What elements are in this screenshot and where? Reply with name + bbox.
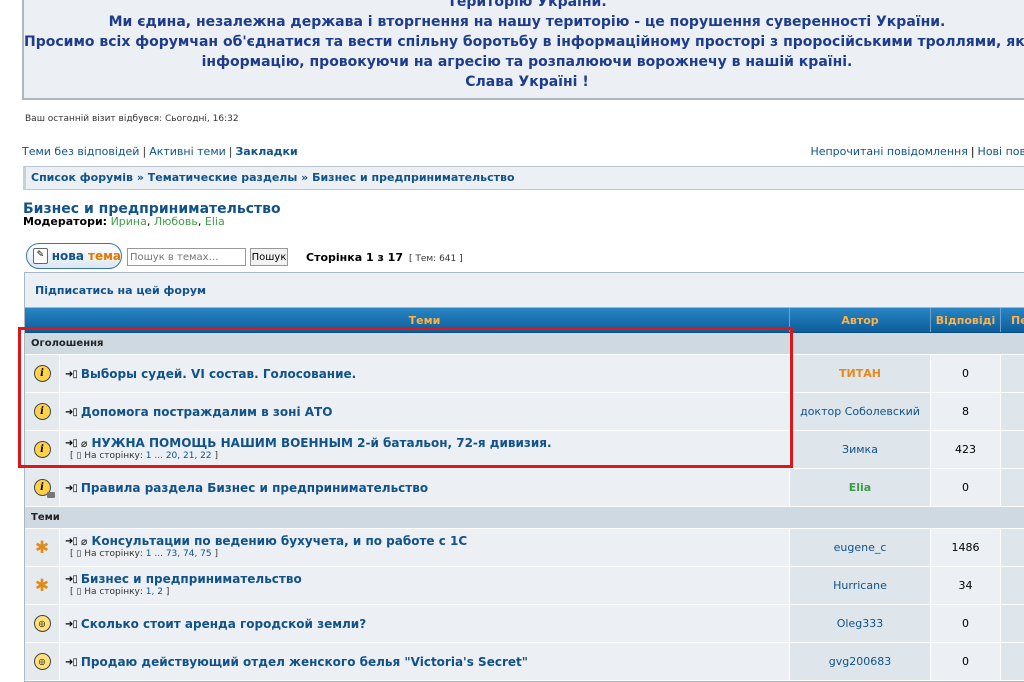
topic-replies: 0: [931, 605, 1001, 642]
table-header: Теми Автор Відповіді Пе: [25, 308, 1024, 333]
topic-author[interactable]: Зимка: [790, 431, 931, 468]
breadcrumb-forum[interactable]: Бизнес и предпринимательство: [312, 171, 514, 184]
new-post-icon[interactable]: ➜▯: [65, 657, 78, 668]
header-extra[interactable]: Пе: [1001, 308, 1024, 332]
new-post-icon[interactable]: ➜▯: [65, 574, 78, 585]
table-row: ✱ ➜▯ Бизнес и предпринимательство [ ▯ На …: [25, 567, 1024, 605]
topic-link[interactable]: Правила раздела Бизнес и предприниматель…: [81, 481, 428, 495]
topic-replies: 8: [931, 393, 1001, 430]
topic-icon: ◎: [33, 653, 51, 670]
topic-replies: 423: [931, 431, 1001, 468]
announcement-icon: i: [33, 403, 51, 420]
topic-link[interactable]: Консультации по ведению бухучета, и по р…: [92, 534, 468, 548]
search-input[interactable]: [127, 248, 246, 266]
new-post-icon[interactable]: ➜▯: [65, 369, 78, 380]
section-topics: Теми: [25, 507, 1024, 529]
new-topic-button[interactable]: ✎ нова тема: [26, 243, 122, 269]
topic-replies: 34: [931, 567, 1001, 604]
topic-pages: [ ▯ На сторінку: 1, 2 ]: [70, 587, 170, 597]
bookmarks-link[interactable]: Закладки: [235, 145, 297, 158]
pagination: Сторінка 1 з 17[ Тем: 641 ]: [306, 251, 463, 264]
new-post-icon[interactable]: ➜▯: [65, 438, 78, 449]
table-row: ◎ ➜▯ Продаю действующий отдел женского бе…: [25, 643, 1024, 681]
moderators: Модератори: Ирина, Любовь, Elia: [23, 215, 225, 228]
table-row: i ➜▯ Правила раздела Бизнес и предпринима…: [25, 469, 1024, 507]
topic-author[interactable]: Elia: [790, 469, 931, 506]
no-replies-link[interactable]: Теми без відповідей: [22, 145, 139, 158]
topic-author[interactable]: ТИТАН: [790, 355, 931, 392]
announcement-line: Просимо всіх форумчан об'єднатися та вес…: [24, 34, 1024, 50]
unread-posts-link[interactable]: Непрочитані повідомлення: [810, 145, 967, 158]
topic-pages: [ ▯ На сторінку: 1 ... 73, 74, 75 ]: [70, 549, 219, 559]
new-post-icon[interactable]: ➜▯: [65, 619, 78, 630]
page-links[interactable]: 1 ... 73, 74, 75: [146, 549, 212, 559]
topic-link[interactable]: Бизнес и предпринимательство: [81, 572, 302, 586]
announcement-line: Територію України.: [447, 0, 607, 10]
hot-topic-icon: ✱: [34, 537, 50, 558]
table-row: ✱ ➜▯ ⌀ Консультации по ведению бухучета, и…: [25, 529, 1024, 567]
topic-icon: ◎: [33, 615, 51, 632]
announcement-line: інформацію, провокуючи на агресію та роз…: [201, 54, 853, 70]
announcement-line: Слава Україні !: [465, 74, 589, 90]
table-row: i ➜▯ Допомога постраждалим в зоні АТО док…: [25, 393, 1024, 431]
breadcrumb-forum-list[interactable]: Список форумів: [31, 171, 133, 184]
moderator-link[interactable]: Ирина: [111, 215, 147, 228]
new-topic-icon: ✎: [33, 248, 48, 264]
new-post-icon[interactable]: ➜▯: [65, 483, 78, 494]
announcement-line: Ми єдина, незалежна держава і вторгнення…: [108, 14, 946, 30]
announcement-box: Територію України. Ми єдина, незалежна д…: [22, 0, 1024, 100]
topic-author[interactable]: доктор Соболевский: [790, 393, 931, 430]
subscribe-bar: Підписатись на цей форум: [25, 273, 1024, 308]
topic-replies: 0: [931, 469, 1001, 506]
page-links[interactable]: 1, 2: [146, 587, 163, 597]
new-posts-link[interactable]: Нові пов: [978, 145, 1024, 158]
quick-links: Теми без відповідей | Активні теми | Закладк…: [22, 145, 298, 158]
locked-announcement-icon: i: [33, 479, 55, 498]
search-button[interactable]: Пошук: [250, 248, 288, 266]
page-links[interactable]: 1 ... 20, 21, 22: [146, 451, 212, 461]
attachment-icon: ⌀: [80, 436, 88, 450]
topic-link[interactable]: Сколько стоит аренда городской земли?: [81, 617, 366, 631]
new-post-icon[interactable]: ➜▯: [65, 536, 78, 547]
last-visit: Ваш останній візит відбувся: Сьогодні, 1…: [25, 114, 239, 124]
breadcrumb: Список форумів » Тематические разделы » …: [23, 166, 1024, 190]
topic-link[interactable]: Продаю действующий отдел женского белья …: [81, 655, 528, 669]
topic-replies: 0: [931, 643, 1001, 680]
active-topics-link[interactable]: Активні теми: [149, 145, 226, 158]
table-row: ◎ ➜▯ Сколько стоит аренда городской земли…: [25, 605, 1024, 643]
topic-link[interactable]: Выборы судей. VI состав. Голосование.: [81, 367, 356, 381]
moderator-link[interactable]: Любовь: [154, 215, 198, 228]
breadcrumb-category[interactable]: Тематические разделы: [148, 171, 298, 184]
new-post-icon[interactable]: ➜▯: [65, 407, 78, 418]
topic-replies: 1486: [931, 529, 1001, 566]
header-author[interactable]: Автор: [790, 308, 931, 332]
topic-author[interactable]: eugene_c: [790, 529, 931, 566]
header-replies[interactable]: Відповіді: [931, 308, 1001, 332]
announcement-icon: i: [33, 365, 51, 382]
topics-table: Підписатись на цей форум Теми Автор Відп…: [24, 272, 1024, 682]
topic-link[interactable]: НУЖНА ПОМОЩЬ НАШИМ ВОЕННЫМ 2-й батальон,…: [92, 436, 552, 450]
hot-topic-icon: ✱: [34, 575, 50, 596]
topic-link[interactable]: Допомога постраждалим в зоні АТО: [81, 405, 333, 419]
section-announcements: Оголошення: [25, 333, 1024, 355]
topic-replies: 0: [931, 355, 1001, 392]
table-row: i ➜▯ Выборы судей. VI состав. Голосование…: [25, 355, 1024, 393]
topic-author[interactable]: gvg200683: [790, 643, 931, 680]
topic-pages: [ ▯ На сторінку: 1 ... 20, 21, 22 ]: [70, 451, 219, 461]
quick-links-right: Непрочитані повідомлення | Нові пов: [810, 145, 1024, 158]
subscribe-link[interactable]: Підписатись на цей форум: [35, 284, 206, 297]
attachment-icon: ⌀: [80, 534, 88, 548]
moderator-link[interactable]: Elia: [205, 215, 225, 228]
announcement-icon: i: [33, 441, 51, 458]
topic-author[interactable]: Hurricane: [790, 567, 931, 604]
topic-author[interactable]: Oleg333: [790, 605, 931, 642]
table-row: i ➜▯ ⌀ НУЖНА ПОМОЩЬ НАШИМ ВОЕННЫМ 2-й бата…: [25, 431, 1024, 469]
header-topics[interactable]: Теми: [60, 308, 790, 332]
